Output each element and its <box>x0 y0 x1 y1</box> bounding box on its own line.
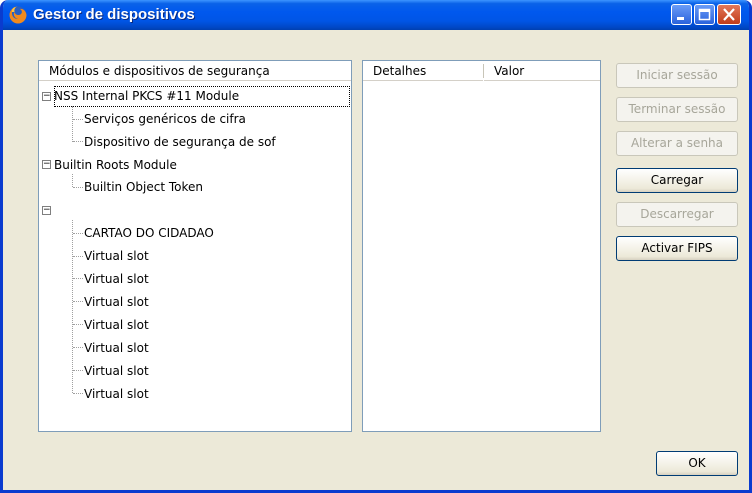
collapse-icon[interactable]: − <box>42 206 51 215</box>
tree-connector <box>73 370 83 371</box>
tree-connector <box>72 106 73 142</box>
login-button[interactable]: Iniciar sessão <box>616 63 738 88</box>
tree-connector <box>73 301 83 302</box>
details-column-header[interactable]: Detalhes <box>363 61 483 81</box>
firefox-icon <box>9 6 27 24</box>
close-button[interactable] <box>717 4 741 25</box>
tree-node-virtual-slot[interactable]: Virtual slot <box>84 337 149 359</box>
tree-node-virtual-slot[interactable]: Virtual slot <box>84 360 149 382</box>
logout-button[interactable]: Terminar sessão <box>616 97 738 122</box>
tree-node-virtual-slot[interactable]: Virtual slot <box>84 268 149 290</box>
tree-connector <box>73 187 83 188</box>
tree-connector <box>73 324 83 325</box>
window-title: Gestor de dispositivos <box>33 6 195 23</box>
value-column-header[interactable]: Valor <box>484 61 600 81</box>
title-bar[interactable]: Gestor de dispositivos <box>3 0 749 30</box>
tree-connector <box>73 347 83 348</box>
minimize-icon <box>677 17 684 20</box>
tree-node-cartao-cidadao[interactable]: CARTAO DO CIDADAO <box>84 222 214 244</box>
tree-connector <box>73 278 83 279</box>
tree-node-virtual-slot[interactable]: Virtual slot <box>84 291 149 313</box>
details-header-label: Detalhes <box>373 64 427 78</box>
tree-node-virtual-slot[interactable]: Virtual slot <box>84 383 149 405</box>
tree-column-header[interactable]: Módulos e dispositivos de segurança <box>39 61 351 81</box>
tree-node-virtual-slot[interactable]: Virtual slot <box>84 314 149 336</box>
details-table[interactable]: Detalhes Valor <box>362 60 601 432</box>
tree-node-software-device[interactable]: Dispositivo de segurança de sof <box>84 131 276 153</box>
tree-node-nss-internal[interactable]: NSS Internal PKCS #11 Module <box>54 85 239 107</box>
security-modules-tree[interactable]: Módulos e dispositivos de segurança − NS… <box>38 60 352 432</box>
tree-node-builtin-roots[interactable]: Builtin Roots Module <box>54 154 177 176</box>
ok-button[interactable]: OK <box>656 451 738 476</box>
collapse-icon[interactable]: − <box>42 160 51 169</box>
minimize-button[interactable] <box>671 4 692 25</box>
unload-button[interactable]: Descarregar <box>616 202 738 227</box>
device-manager-window: Gestor de dispositivos Módulos e disposi… <box>0 0 752 493</box>
tree-connector <box>72 220 73 393</box>
change-password-button[interactable]: Alterar a senha <box>616 131 738 156</box>
tree-connector <box>73 256 83 257</box>
tree-connector <box>73 233 83 234</box>
load-button[interactable]: Carregar <box>616 168 738 193</box>
tree-connector <box>73 393 83 394</box>
tree-node-virtual-slot[interactable]: Virtual slot <box>84 245 149 267</box>
tree-node-builtin-token[interactable]: Builtin Object Token <box>84 176 203 198</box>
value-header-label: Valor <box>494 64 525 78</box>
tree-header-label: Módulos e dispositivos de segurança <box>49 64 270 78</box>
tree-connector <box>73 119 83 120</box>
enable-fips-button[interactable]: Activar FIPS <box>616 236 738 261</box>
collapse-icon[interactable]: − <box>42 92 51 101</box>
tree-connector <box>73 141 83 142</box>
maximize-icon <box>698 8 711 21</box>
maximize-button[interactable] <box>694 4 715 25</box>
tree-node-generic-crypto[interactable]: Serviços genéricos de cifra <box>84 108 246 130</box>
close-icon <box>723 8 735 21</box>
